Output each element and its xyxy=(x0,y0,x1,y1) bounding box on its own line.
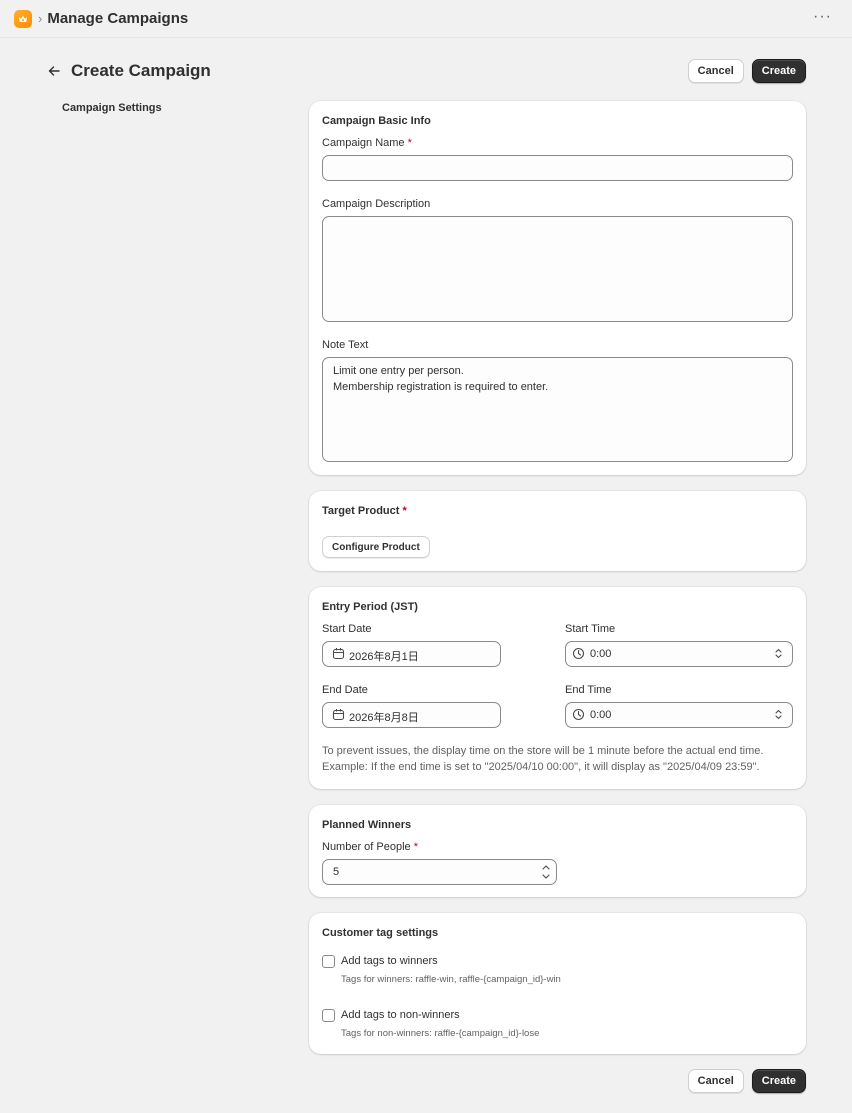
start-date-input[interactable]: 2026年8月1日 xyxy=(322,641,501,667)
planned-winners-title: Planned Winners xyxy=(322,819,412,831)
note-text-textarea[interactable]: Limit one entry per person. Membership r… xyxy=(322,357,793,462)
more-horizontal-icon[interactable]: ··· xyxy=(813,9,832,25)
clock-icon xyxy=(572,708,585,721)
non-winners-tag-label[interactable]: Add tags to non-winners xyxy=(341,1009,460,1021)
end-time-label: End Time xyxy=(565,684,612,696)
number-of-people-label-text: Number of People xyxy=(322,841,411,853)
end-date-label: End Date xyxy=(322,684,368,696)
start-date-label: Start Date xyxy=(322,623,372,635)
end-date-value: 2026年8月8日 xyxy=(349,712,419,724)
required-mark: * xyxy=(413,841,419,853)
stepper-down-icon[interactable] xyxy=(539,872,553,882)
top-bar: › Manage Campaigns ··· xyxy=(0,0,852,38)
start-time-select[interactable]: 0:00 xyxy=(565,641,793,667)
header-actions: Cancel Create xyxy=(687,59,806,83)
card-title: Campaign Basic Info xyxy=(322,115,431,127)
entry-period-title: Entry Period (JST) xyxy=(322,601,418,613)
customer-tags-card: Customer tag settings Add tags to winner… xyxy=(309,913,806,1054)
customer-tags-title: Customer tag settings xyxy=(322,927,439,939)
start-time-label: Start Time xyxy=(565,623,616,635)
winners-tag-checkbox[interactable] xyxy=(322,955,335,968)
entry-period-card: Entry Period (JST) Start Date 2026年8月1日 … xyxy=(309,587,806,789)
end-date-input[interactable]: 2026年8月8日 xyxy=(322,702,501,728)
end-time-note-line2: Example: If the end time is set to "2025… xyxy=(322,761,760,773)
planned-winners-card: Planned Winners Number of People * 5 xyxy=(309,805,806,897)
basic-info-card: Campaign Basic Info Campaign Name * Camp… xyxy=(309,101,806,475)
start-date-value: 2026年8月1日 xyxy=(349,651,419,663)
campaign-description-label: Campaign Description xyxy=(322,198,431,210)
configure-product-button[interactable]: Configure Product xyxy=(322,536,430,558)
page-title: Create Campaign xyxy=(71,61,211,80)
stepper-up-icon[interactable] xyxy=(539,862,553,872)
required-mark: * xyxy=(402,505,407,517)
winners-tag-sub: Tags for winners: raffle-win, raffle-{ca… xyxy=(341,974,561,985)
cancel-button[interactable]: Cancel xyxy=(687,59,744,83)
note-text-label: Note Text xyxy=(322,339,369,351)
create-button[interactable]: Create xyxy=(751,1069,806,1093)
number-of-people-label: Number of People * xyxy=(322,841,418,853)
end-time-note-line1: To prevent issues, the display time on t… xyxy=(322,745,764,757)
campaign-name-input[interactable] xyxy=(322,155,793,181)
select-chevron-icon xyxy=(775,709,782,720)
number-stepper[interactable] xyxy=(539,862,553,882)
app-title[interactable]: Manage Campaigns xyxy=(47,10,188,27)
cancel-button[interactable]: Cancel xyxy=(687,1069,744,1093)
calendar-icon xyxy=(332,648,345,660)
campaign-description-textarea[interactable] xyxy=(322,216,793,322)
chevron-right-icon: › xyxy=(38,11,43,26)
back-arrow-icon[interactable] xyxy=(48,62,66,80)
create-button[interactable]: Create xyxy=(751,59,806,83)
number-of-people-value: 5 xyxy=(333,866,340,878)
target-product-title: Target Product * xyxy=(322,505,407,517)
non-winners-tag-sub: Tags for non-winners: raffle-{campaign_i… xyxy=(341,1028,540,1039)
winners-tag-label[interactable]: Add tags to winners xyxy=(341,955,438,967)
note-text-value: Limit one entry per person. Membership r… xyxy=(333,365,549,393)
start-time-value: 0:00 xyxy=(590,648,612,660)
non-winners-tag-checkbox[interactable] xyxy=(322,1009,335,1022)
calendar-icon xyxy=(332,709,345,721)
campaign-name-label: Campaign Name * xyxy=(322,137,412,149)
clock-icon xyxy=(572,647,585,660)
end-time-value: 0:00 xyxy=(590,709,612,721)
target-product-card: Target Product * Configure Product xyxy=(309,491,806,571)
target-product-title-text: Target Product xyxy=(322,505,400,517)
number-of-people-input[interactable]: 5 xyxy=(322,859,557,885)
required-mark: * xyxy=(407,137,412,149)
select-chevron-icon xyxy=(775,648,782,659)
footer-actions: Cancel Create xyxy=(687,1069,806,1093)
campaign-name-label-text: Campaign Name xyxy=(322,137,405,149)
end-time-select[interactable]: 0:00 xyxy=(565,702,793,728)
section-label: Campaign Settings xyxy=(62,102,162,114)
app-logo-icon[interactable] xyxy=(14,9,32,28)
page-header: Create Campaign Cancel Create xyxy=(48,58,806,84)
